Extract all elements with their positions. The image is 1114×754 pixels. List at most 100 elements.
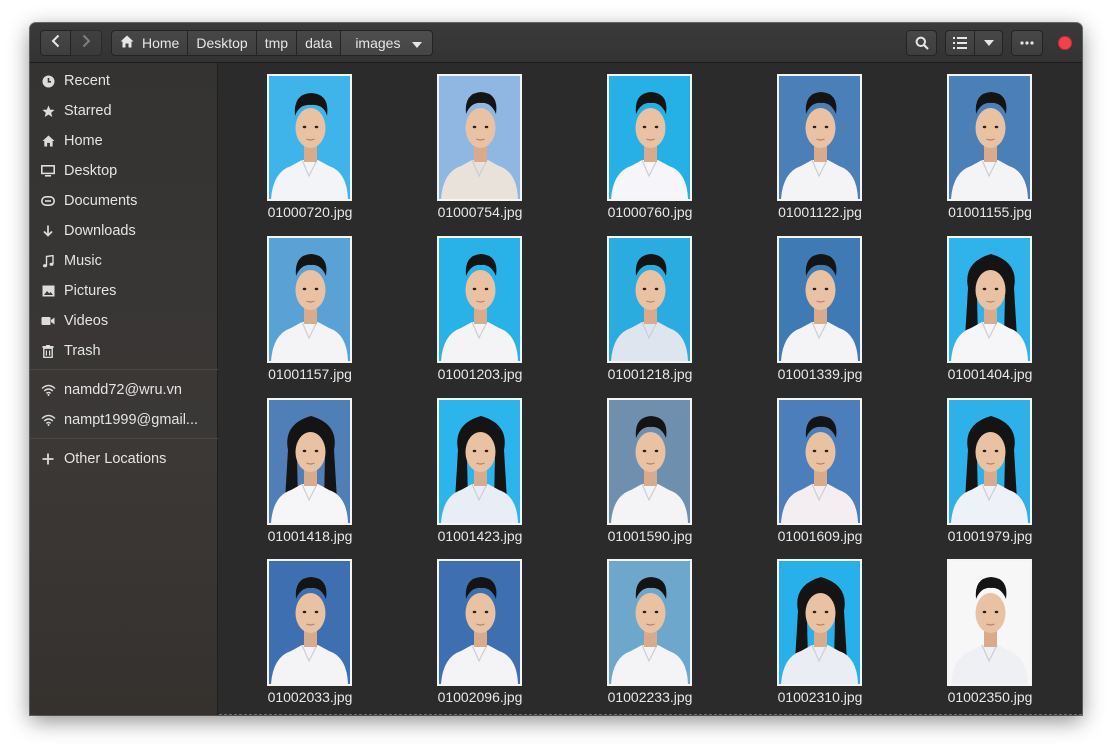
documents-icon: [30, 196, 64, 206]
sidebar-item-network-2[interactable]: nampt1999@gmail...: [30, 405, 218, 435]
sidebar-item-pictures[interactable]: Pictures: [30, 276, 218, 306]
view-options-button[interactable]: [974, 30, 1003, 56]
file-name: 01002233.jpg: [607, 689, 693, 705]
breadcrumb-home[interactable]: Home: [111, 30, 189, 56]
home-icon: [120, 35, 134, 51]
file-item[interactable]: 01002096.jpg: [420, 548, 540, 708]
music-icon: [30, 254, 64, 268]
network-share-icon: [30, 414, 64, 426]
sidebar-item-videos[interactable]: Videos: [30, 306, 218, 336]
file-name: 01001122.jpg: [778, 204, 862, 220]
sidebar-item-network-1[interactable]: namdd72@wru.vn: [30, 375, 218, 405]
file-item[interactable]: 01001979.jpg: [930, 387, 1050, 547]
breadcrumb-images-label: images: [355, 35, 401, 51]
file-thumbnail: [267, 74, 352, 201]
file-name: 01001609.jpg: [777, 528, 863, 544]
sidebar-item-other-locations[interactable]: Other Locations: [30, 444, 218, 474]
home-icon: [30, 135, 64, 147]
back-button[interactable]: [40, 30, 71, 56]
sidebar-item-home[interactable]: Home: [30, 126, 218, 156]
file-item[interactable]: 01002310.jpg: [760, 548, 880, 708]
file-name: 01000754.jpg: [437, 204, 523, 220]
file-thumbnail: [437, 398, 522, 525]
file-item[interactable]: 01000760.jpg: [590, 63, 710, 223]
close-window-button[interactable]: [1058, 36, 1072, 50]
file-item[interactable]: 01001157.jpg: [250, 225, 370, 385]
chevron-down-icon: [983, 40, 994, 46]
breadcrumb-tmp[interactable]: tmp: [256, 30, 298, 56]
breadcrumb-desktop[interactable]: Desktop: [188, 30, 257, 56]
go-back-icon: [51, 34, 61, 53]
file-thumbnail: [437, 74, 522, 201]
menu-button[interactable]: [1011, 30, 1043, 56]
pictures-icon: [30, 285, 64, 297]
file-name: 01002350.jpg: [947, 689, 1033, 705]
file-item[interactable]: 01001423.jpg: [420, 387, 540, 547]
breadcrumb-data-label: data: [305, 35, 333, 51]
file-name: 01001157.jpg: [268, 366, 352, 382]
header-bar: Home Desktop tmp data images: [30, 23, 1082, 63]
file-thumbnail: [607, 74, 692, 201]
chevron-down-icon: [412, 35, 423, 51]
file-thumbnail: [607, 559, 692, 686]
file-item[interactable]: 01001155.jpg: [930, 63, 1050, 223]
file-name: 01001418.jpg: [267, 528, 353, 544]
file-thumbnail: [777, 398, 862, 525]
file-item[interactable]: 01001609.jpg: [760, 387, 880, 547]
file-item[interactable]: 01002350.jpg: [930, 548, 1050, 708]
more-options-icon: [1020, 41, 1034, 45]
file-item[interactable]: 01001590.jpg: [590, 387, 710, 547]
sidebar-item-starred[interactable]: Starred: [30, 96, 218, 126]
desktop-icon: [30, 165, 64, 177]
trash-icon: [30, 344, 64, 358]
breadcrumb-images[interactable]: images: [341, 30, 434, 56]
search-button[interactable]: [906, 30, 937, 56]
file-thumbnail: [947, 559, 1032, 686]
sidebar-item-label: Music: [64, 253, 102, 269]
file-item[interactable]: 01000720.jpg: [250, 63, 370, 223]
sidebar-item-label: Pictures: [64, 283, 117, 299]
sidebar-item-documents[interactable]: Documents: [30, 186, 218, 216]
file-name: 01001423.jpg: [437, 528, 523, 544]
star-icon: [30, 105, 64, 118]
file-item[interactable]: 01001122.jpg: [760, 63, 880, 223]
breadcrumb-data[interactable]: data: [297, 30, 342, 56]
file-name: 01002096.jpg: [437, 689, 523, 705]
sidebar-item-label: Desktop: [64, 163, 118, 179]
file-item[interactable]: 01001418.jpg: [250, 387, 370, 547]
file-thumbnail: [607, 236, 692, 363]
file-thumbnail: [267, 398, 352, 525]
file-item[interactable]: 01000754.jpg: [420, 63, 540, 223]
file-item[interactable]: 01001404.jpg: [930, 225, 1050, 385]
grid-bottom-divider: [219, 714, 1082, 715]
file-thumbnail: [437, 236, 522, 363]
sidebar-item-label: Documents: [64, 193, 138, 209]
forward-button[interactable]: [71, 30, 102, 56]
sidebar-item-label: Recent: [64, 73, 110, 89]
file-thumbnail: [947, 74, 1032, 201]
sidebar-item-trash[interactable]: Trash: [30, 336, 218, 366]
file-item[interactable]: 01001218.jpg: [590, 225, 710, 385]
sidebar-item-label: Downloads: [64, 223, 136, 239]
videos-icon: [30, 316, 64, 326]
file-manager-window: Home Desktop tmp data images Recent Star…: [30, 23, 1082, 715]
file-item[interactable]: 01002033.jpg: [250, 548, 370, 708]
file-thumbnail: [267, 559, 352, 686]
sidebar-item-downloads[interactable]: Downloads: [30, 216, 218, 246]
file-thumbnail: [947, 398, 1032, 525]
file-item[interactable]: 01001203.jpg: [420, 225, 540, 385]
file-thumbnail: [437, 559, 522, 686]
file-item[interactable]: 01001339.jpg: [760, 225, 880, 385]
go-forward-icon: [81, 34, 91, 53]
file-item[interactable]: 01002233.jpg: [590, 548, 710, 708]
file-thumbnail: [947, 236, 1032, 363]
file-thumbnail: [777, 74, 862, 201]
sidebar-item-desktop[interactable]: Desktop: [30, 156, 218, 186]
file-thumbnail: [777, 559, 862, 686]
sidebar-item-recent[interactable]: Recent: [30, 66, 218, 96]
file-name: 01001339.jpg: [777, 366, 863, 382]
plus-icon: [30, 453, 64, 465]
view-mode-button[interactable]: [945, 30, 975, 56]
clock-icon: [30, 75, 64, 88]
sidebar-item-music[interactable]: Music: [30, 246, 218, 276]
